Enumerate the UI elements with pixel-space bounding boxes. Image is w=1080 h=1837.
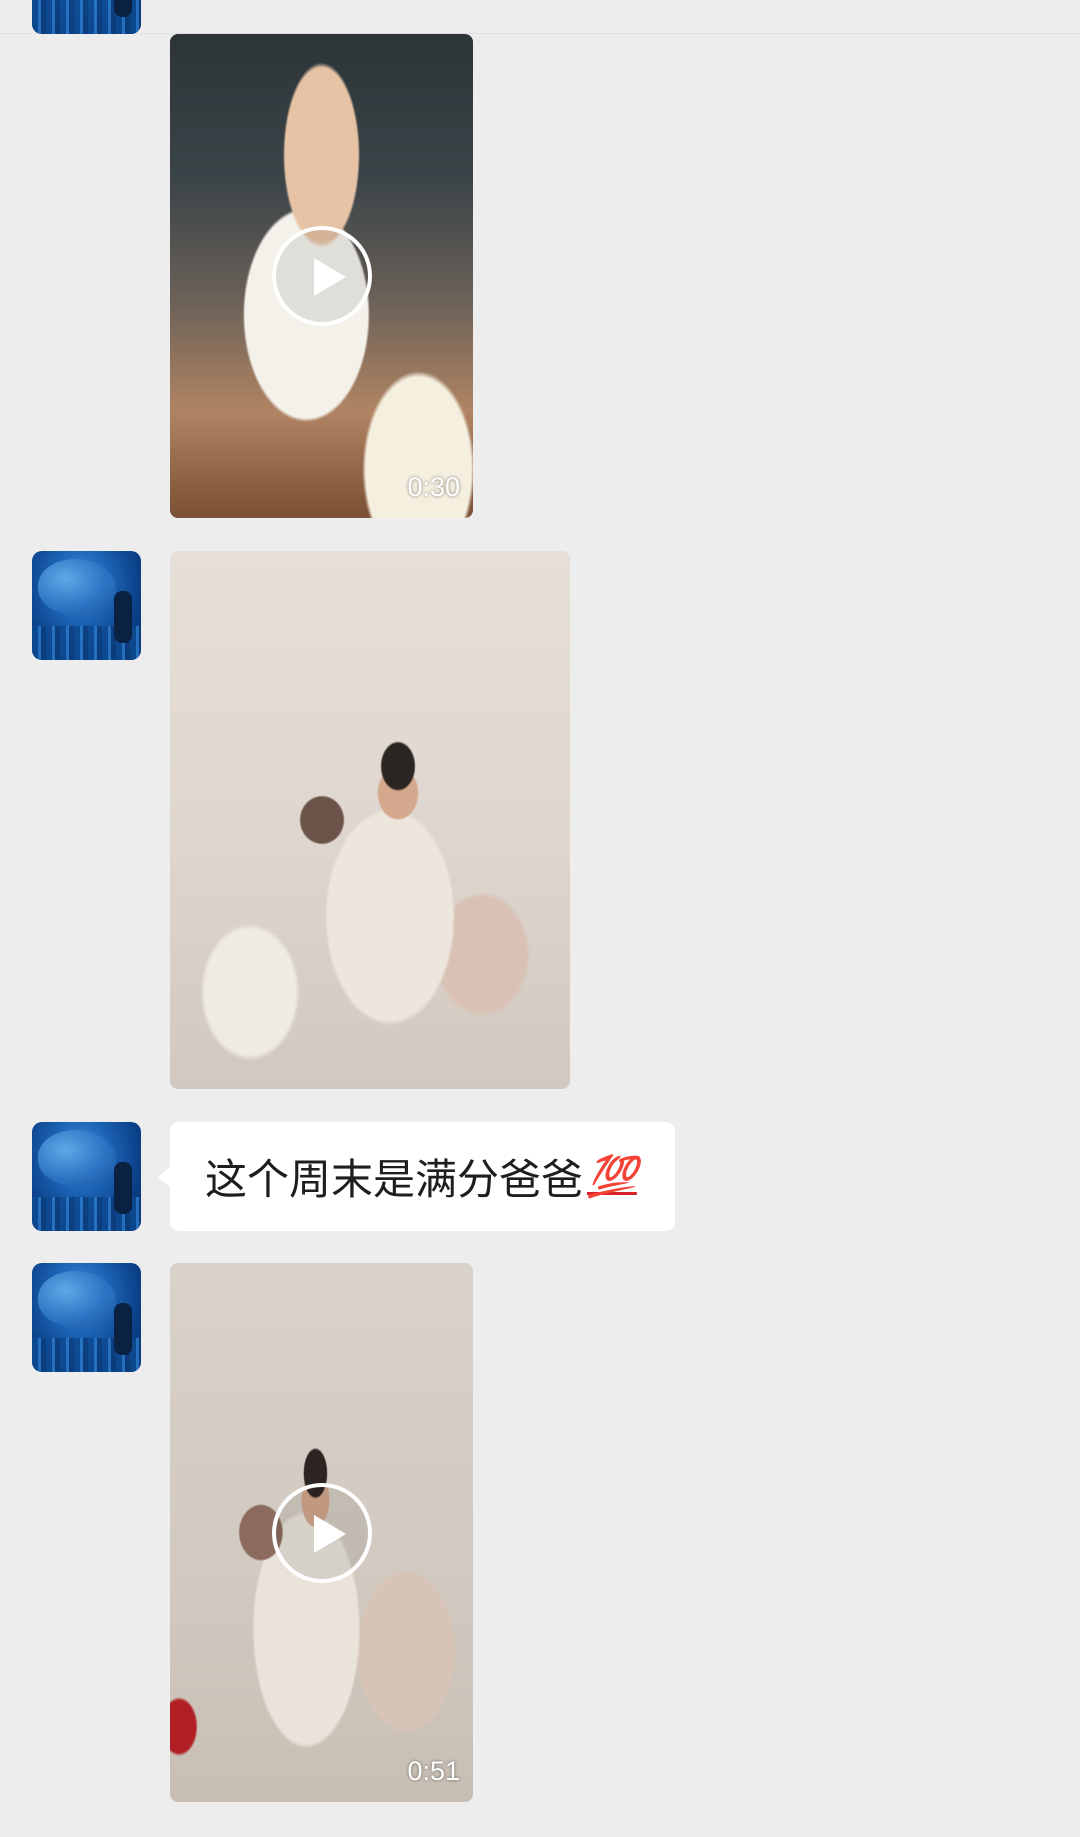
sender-avatar[interactable] [32,1263,141,1372]
play-icon[interactable] [271,226,372,326]
sender-avatar[interactable] [32,0,141,34]
chat-scrollbar[interactable] [1074,40,1078,1800]
play-icon[interactable] [271,1482,372,1583]
sender-avatar[interactable] [32,551,141,660]
sender-avatar[interactable] [32,1122,141,1231]
video-duration: 0:51 [407,1756,460,1786]
text-message-bubble[interactable]: 这个周末是满分爸爸 💯 [158,1122,675,1231]
message-text: 这个周末是满分爸爸 [205,1155,584,1204]
hundred-points-icon: 💯 [587,1154,637,1200]
image-message[interactable] [170,551,570,1089]
video-message[interactable]: 0:51 [170,1263,473,1802]
video-duration: 0:30 [407,472,460,502]
video-message[interactable]: 0:30 [170,34,473,518]
top-divider [0,33,1080,34]
